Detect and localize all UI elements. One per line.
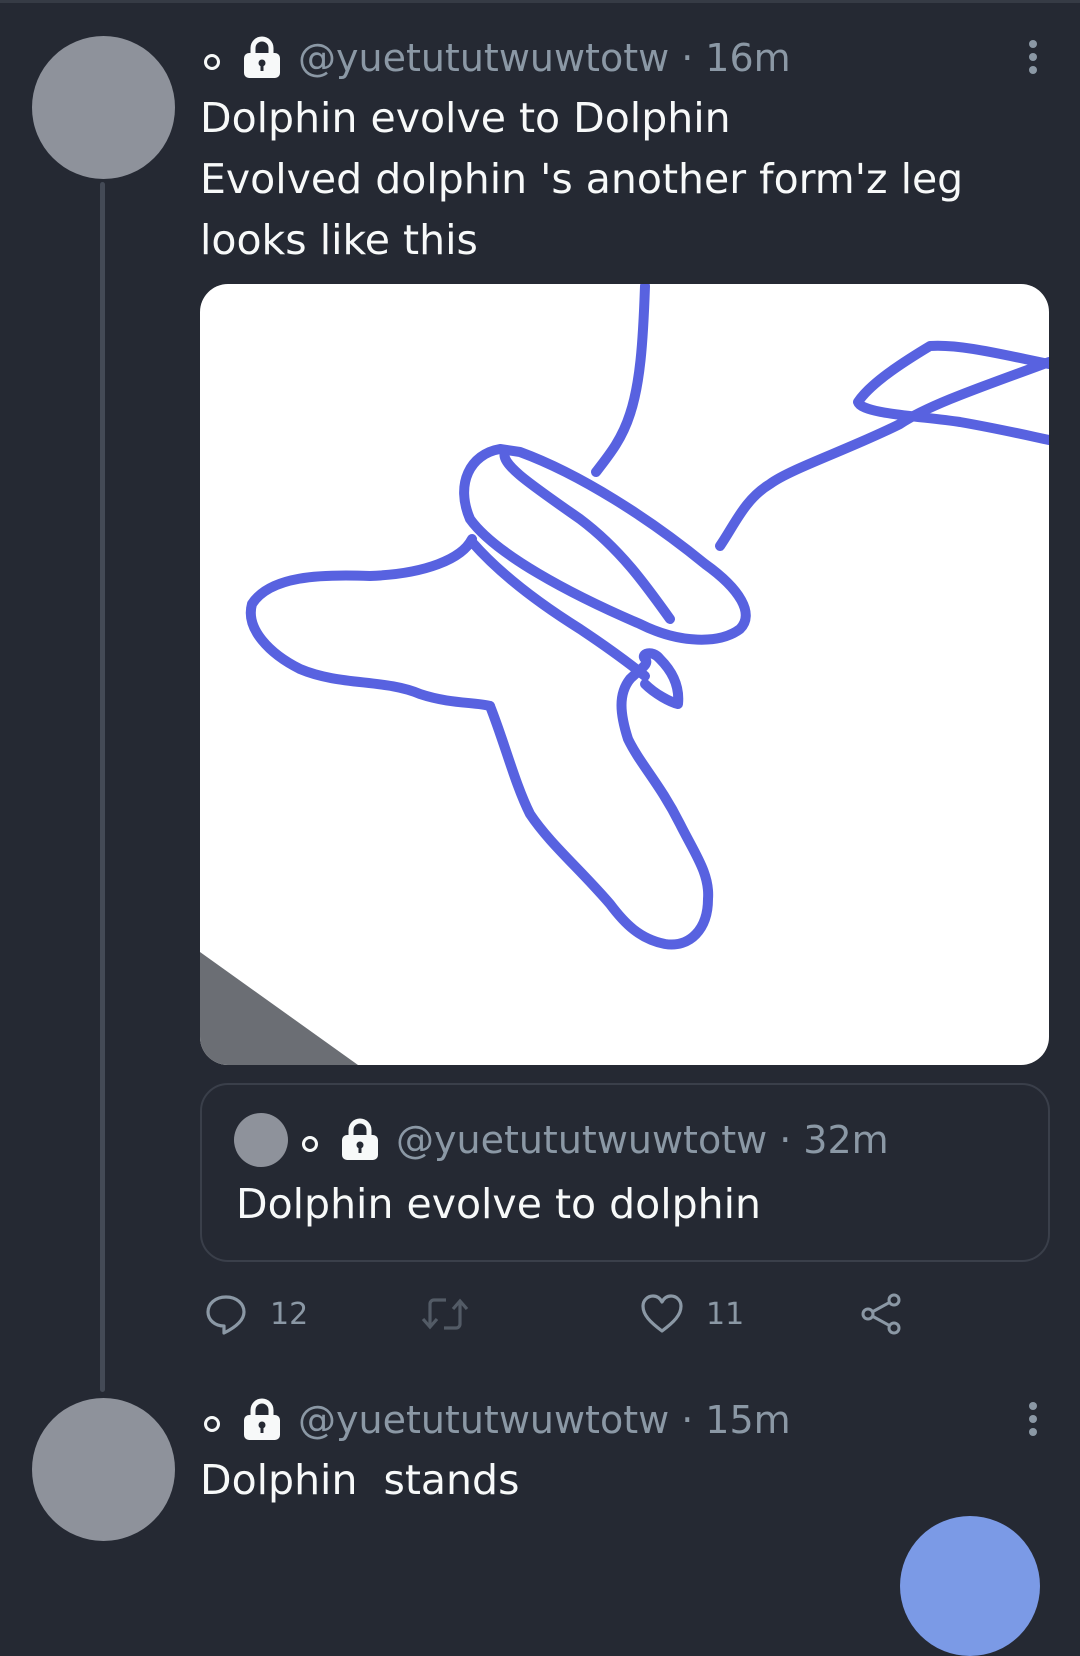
thread-connector-line (100, 182, 105, 1392)
author-handle[interactable]: @yuetututwuwtotw (298, 36, 669, 80)
tweet-image[interactable] (200, 284, 1049, 1065)
tweet-actions: 12 11 (200, 1286, 920, 1342)
like-icon (640, 1292, 684, 1336)
share-icon (860, 1292, 904, 1336)
tweet-header: @yuetututwuwtotw · 16m (200, 30, 791, 86)
timestamp[interactable]: 16m (705, 36, 790, 80)
author-handle[interactable]: @yuetututwuwtotw (298, 1398, 669, 1442)
quoted-tweet[interactable]: @yuetututwuwtotw · 32m Dolphin evolve to… (200, 1083, 1050, 1262)
tweet-text-line: Evolved dolphin 's another form'z leg (200, 155, 964, 203)
more-options-icon[interactable] (1026, 1402, 1040, 1436)
separator-dot: · (779, 1118, 792, 1162)
separator-dot: · (681, 1398, 694, 1442)
reply-count: 12 (270, 1296, 309, 1332)
timestamp[interactable]: 15m (705, 1398, 790, 1442)
quote-avatar[interactable] (234, 1113, 288, 1167)
tweet-header: @yuetututwuwtotw · 15m (200, 1392, 791, 1448)
like-count: 11 (706, 1296, 745, 1332)
separator-dot: · (681, 36, 694, 80)
more-options-icon[interactable] (1026, 40, 1040, 74)
quote-author-handle[interactable]: @yuetututwuwtotw (396, 1118, 767, 1162)
lock-icon (242, 1398, 282, 1442)
tweet-text-line: Dolphin evolve to Dolphin (200, 94, 731, 142)
quote-text: Dolphin evolve to dolphin (236, 1180, 762, 1228)
tweet-text: Dolphin evolve to Dolphin Evolved dolphi… (200, 88, 1050, 271)
quote-timestamp[interactable]: 32m (803, 1118, 888, 1162)
compose-button[interactable] (900, 1516, 1040, 1656)
lock-icon (340, 1118, 380, 1162)
lock-icon (242, 36, 282, 80)
quote-header: @yuetututwuwtotw · 32m (298, 1112, 889, 1168)
avatar[interactable] (32, 36, 175, 179)
avatar[interactable] (32, 1398, 175, 1541)
top-divider (0, 0, 1080, 3)
tweet-text-line: looks like this (200, 216, 478, 264)
share-button[interactable] (860, 1286, 904, 1342)
tweet-text: Dolphin stands (200, 1456, 520, 1504)
status-ring-icon (204, 1416, 220, 1432)
status-ring-icon (302, 1136, 318, 1152)
status-ring-icon (204, 54, 220, 70)
reply-icon (204, 1292, 248, 1336)
dolphin-leg-drawing (200, 284, 1049, 1065)
reply-button[interactable]: 12 (204, 1286, 308, 1342)
retweet-icon (420, 1292, 470, 1336)
like-button[interactable]: 11 (640, 1286, 744, 1342)
retweet-button[interactable] (420, 1286, 492, 1342)
